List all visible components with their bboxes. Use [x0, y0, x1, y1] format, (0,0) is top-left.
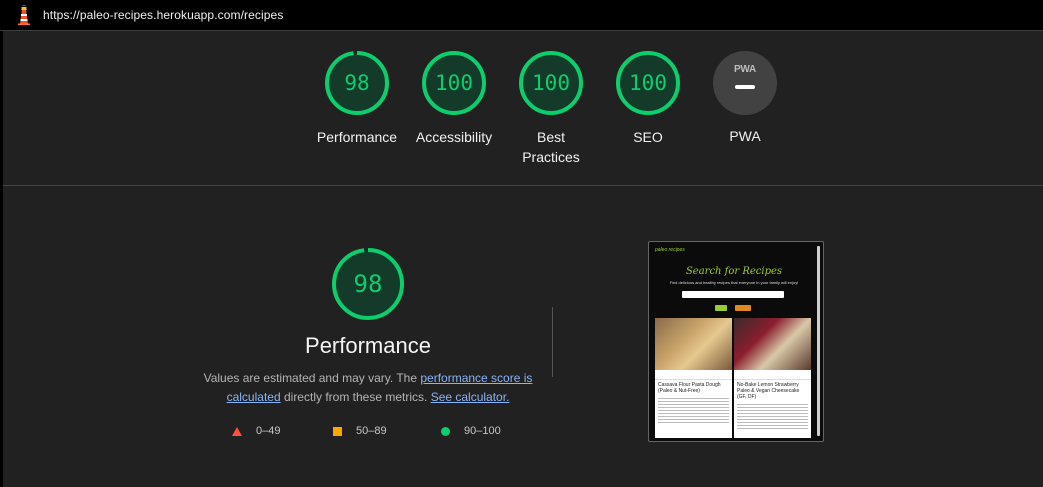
- thumb-button: [715, 305, 727, 311]
- gauge-ring: 100: [421, 50, 487, 116]
- gauge-score: 98: [344, 71, 370, 95]
- desc-text: Values are estimated and may vary. The: [203, 371, 421, 385]
- legend-range: 50–89: [356, 425, 387, 437]
- gauge-ring: 98: [324, 50, 390, 116]
- recipe-text: [737, 402, 808, 430]
- gauge-accessibility[interactable]: 100 Accessibility: [409, 50, 499, 147]
- thumb-heading: Search for Recipes: [685, 266, 783, 277]
- performance-score: 98: [353, 270, 383, 298]
- gauge-best-practices[interactable]: 100 Best Practices: [506, 50, 596, 167]
- lighthouse-icon: [18, 5, 30, 25]
- gauge-ring: 100: [615, 50, 681, 116]
- gauge-label-line2: Practices: [522, 149, 580, 165]
- legend-fail: 0–49: [232, 425, 280, 437]
- page-url[interactable]: https://paleo-recipes.herokuapp.com/reci…: [43, 8, 283, 22]
- gauge-label: SEO: [633, 129, 663, 145]
- thumb-subheading: Find delicious and healthy recipes that …: [669, 280, 799, 285]
- thumb-search-box: [682, 291, 784, 298]
- recipe-meta: [655, 370, 732, 380]
- circle-icon: [441, 426, 450, 436]
- gauge-label: Best Practices: [506, 127, 596, 167]
- performance-gauge-large: 98: [331, 247, 405, 321]
- triangle-icon: [232, 426, 242, 436]
- pwa-badge-text: PWA: [734, 64, 756, 75]
- see-calculator-link[interactable]: See calculator.: [431, 390, 510, 404]
- gauge-score: 100: [629, 71, 667, 95]
- thumb-recipe-card: Cassava Flour Pasta Dough (Paleo & Nut-F…: [655, 318, 732, 438]
- gauge-label: Performance: [316, 129, 398, 145]
- vertical-divider: [552, 307, 553, 377]
- recipe-title: No-Bake Lemon Strawberry Paleo & Vegan C…: [737, 382, 800, 400]
- section-divider: [3, 185, 1043, 186]
- thumb-recipe-card: No-Bake Lemon Strawberry Paleo & Vegan C…: [734, 318, 811, 438]
- pwa-badge-icon: PWA: [713, 51, 777, 115]
- legend-range: 90–100: [464, 425, 501, 437]
- legend-average: 50–89: [333, 425, 387, 437]
- gauge-label: Accessibility: [415, 129, 493, 145]
- address-bar: https://paleo-recipes.herokuapp.com/reci…: [0, 0, 1043, 31]
- recipe-text: [658, 396, 729, 424]
- pwa-dash-icon: [735, 85, 755, 89]
- category-gauges: 98 Performance 100 Accessibility 100 Bes…: [3, 50, 1043, 180]
- gauge-score: 100: [435, 71, 473, 95]
- gauge-label: PWA: [729, 128, 761, 144]
- performance-title: Performance: [305, 333, 431, 358]
- performance-description: Values are estimated and may vary. The p…: [193, 369, 543, 407]
- thumb-site-name: paleo recipes: [655, 247, 685, 253]
- desc-text: directly from these metrics.: [280, 390, 431, 404]
- report-panel: 98 Performance 100 Accessibility 100 Bes…: [3, 31, 1043, 487]
- gauge-label-line1: Best: [536, 129, 565, 145]
- gauge-pwa[interactable]: PWA PWA: [700, 50, 790, 146]
- gauge-score: 100: [532, 71, 570, 95]
- recipe-meta: [734, 370, 811, 380]
- thumb-button: [735, 305, 751, 311]
- gauge-ring: 100: [518, 50, 584, 116]
- gauge-performance[interactable]: 98 Performance: [312, 50, 402, 147]
- recipe-image: [734, 318, 811, 370]
- square-icon: [333, 426, 342, 436]
- legend-pass: 90–100: [441, 425, 501, 437]
- recipe-title: Cassava Flour Pasta Dough (Paleo & Nut-F…: [658, 382, 721, 394]
- legend-range: 0–49: [256, 425, 281, 437]
- gauge-seo[interactable]: 100 SEO: [603, 50, 693, 147]
- recipe-image: [655, 318, 732, 370]
- final-screenshot-thumbnail[interactable]: paleo recipes Search for Recipes Find de…: [648, 241, 824, 442]
